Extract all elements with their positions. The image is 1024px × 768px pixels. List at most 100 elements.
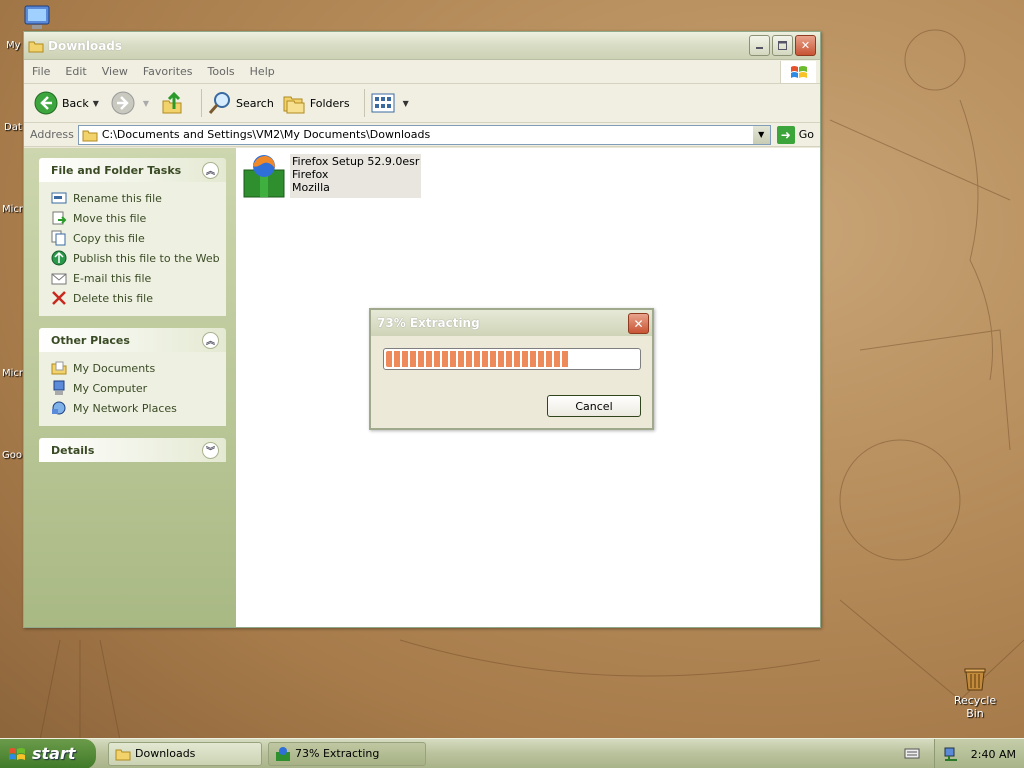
address-dropdown-button[interactable]: ▼	[752, 125, 770, 144]
address-value: C:\Documents and Settings\VM2\My Documen…	[101, 128, 431, 141]
recycle-bin-icon	[964, 668, 986, 691]
file-name: Firefox Setup 52.9.0esr	[292, 155, 420, 168]
network-tray-icon[interactable]	[943, 746, 959, 762]
address-input[interactable]: C:\Documents and Settings\VM2\My Documen…	[77, 124, 771, 145]
file-description: Firefox	[292, 168, 329, 181]
my-computer-icon	[24, 5, 50, 29]
forward-dropdown-icon[interactable]: ▼	[143, 99, 149, 108]
extracting-dialog: 73% Extracting ✕ Cancel	[369, 308, 654, 430]
forward-button[interactable]: ▼	[111, 91, 153, 115]
folder-icon	[82, 130, 98, 141]
system-tray: 2:40 AM	[934, 739, 1024, 768]
dialog-titlebar[interactable]: 73% Extracting	[371, 310, 652, 336]
file-info: Firefox Setup 52.9.0esr Firefox Mozilla	[290, 154, 422, 198]
expand-icon[interactable]: ︾	[202, 441, 219, 459]
menu-help[interactable]: Help	[250, 65, 275, 78]
menu-favorites[interactable]: Favorites	[143, 65, 193, 78]
cancel-button[interactable]: Cancel	[547, 395, 641, 417]
window-title: Downloads	[48, 38, 123, 53]
taskbar-item-label: Downloads	[135, 747, 196, 760]
task-delete[interactable]: Delete this file	[51, 288, 220, 308]
file-folder-tasks-panel: File and Folder Tasks ︽ Rename this file…	[39, 158, 226, 316]
other-places-panel: Other Places ︽ My Documents My Computer …	[39, 328, 226, 426]
back-arrow-icon	[34, 91, 58, 115]
task-pane: File and Folder Tasks ︽ Rename this file…	[24, 148, 236, 627]
my-computer-desktop-icon[interactable]	[22, 4, 54, 34]
desktop-icon-label[interactable]: Dat	[4, 122, 22, 133]
panel-title: Other Places	[51, 333, 130, 347]
task-label: E-mail this file	[73, 271, 152, 285]
panel-header[interactable]: Details ︾	[39, 438, 226, 462]
task-rename[interactable]: Rename this file	[51, 188, 220, 208]
folders-icon	[283, 96, 305, 114]
network-places-icon	[51, 400, 67, 416]
folders-label: Folders	[309, 96, 350, 110]
address-bar: Address C:\Documents and Settings\VM2\My…	[24, 123, 820, 147]
task-move[interactable]: Move this file	[51, 208, 220, 228]
place-my-computer[interactable]: My Computer	[51, 378, 220, 398]
desktop-icon-label[interactable]: Goo	[2, 450, 22, 461]
installer-icon	[276, 746, 290, 761]
go-arrow-icon: ➜	[776, 125, 795, 144]
go-button[interactable]: ➜ Go	[776, 125, 814, 144]
maximize-icon	[778, 41, 787, 50]
taskbar-item-extracting[interactable]: 73% Extracting	[268, 741, 426, 766]
task-label: Publish this file to the Web	[73, 251, 220, 265]
menu-edit[interactable]: Edit	[65, 65, 86, 78]
firefox-installer-icon	[243, 155, 285, 198]
file-company: Mozilla	[292, 181, 330, 194]
menu-view[interactable]: View	[102, 65, 128, 78]
panel-header[interactable]: File and Folder Tasks ︽	[39, 158, 226, 182]
keyboard-icon[interactable]	[904, 746, 920, 760]
close-button[interactable]: ✕	[795, 35, 816, 56]
folders-button[interactable]: Folders	[282, 92, 350, 114]
back-label: Back	[62, 96, 89, 110]
minimize-button[interactable]	[749, 35, 770, 56]
windows-flag-icon	[9, 747, 25, 760]
task-email[interactable]: E-mail this file	[51, 268, 220, 288]
dialog-close-button[interactable]: ✕	[628, 313, 649, 334]
desktop-icon-label[interactable]: My	[6, 40, 21, 51]
search-icon	[208, 92, 231, 114]
place-label: My Documents	[73, 361, 156, 375]
back-dropdown-icon[interactable]: ▼	[93, 99, 99, 108]
file-item[interactable]: Firefox Setup 52.9.0esr Firefox Mozilla	[242, 154, 422, 198]
task-publish[interactable]: Publish this file to the Web	[51, 248, 220, 268]
place-my-network[interactable]: My Network Places	[51, 398, 220, 418]
search-button[interactable]: Search	[208, 91, 274, 115]
taskbar: start Downloads 73% Extracting 2:40 AM	[0, 738, 1024, 768]
go-label: Go	[798, 128, 814, 141]
menu-bar: File Edit View Favorites Tools Help	[24, 60, 820, 84]
collapse-icon[interactable]: ︽	[202, 161, 219, 179]
email-icon	[51, 270, 67, 286]
progress-fill	[386, 351, 570, 367]
task-label: Move this file	[73, 211, 147, 225]
task-label: Rename this file	[73, 191, 162, 205]
collapse-icon[interactable]: ︽	[202, 331, 219, 349]
toolbar-separator	[363, 89, 365, 117]
views-dropdown-icon[interactable]: ▼	[403, 99, 409, 108]
close-icon: ✕	[800, 39, 811, 52]
task-copy[interactable]: Copy this file	[51, 228, 220, 248]
delete-icon	[51, 290, 67, 306]
up-folder-button[interactable]	[161, 91, 187, 115]
address-label: Address	[30, 128, 74, 141]
task-label: Delete this file	[73, 291, 153, 305]
recycle-bin-desktop-icon[interactable]: Recycle Bin	[944, 664, 1006, 720]
place-label: My Network Places	[73, 401, 177, 415]
panel-header[interactable]: Other Places ︽	[39, 328, 226, 352]
taskbar-item-downloads[interactable]: Downloads	[108, 741, 262, 766]
views-button[interactable]: ▼	[371, 93, 413, 113]
move-icon	[51, 210, 67, 226]
back-button[interactable]: Back ▼	[34, 91, 103, 115]
up-folder-icon	[162, 91, 182, 114]
start-button[interactable]: start	[0, 738, 96, 768]
place-my-documents[interactable]: My Documents	[51, 358, 220, 378]
clock[interactable]: 2:40 AM	[971, 748, 1016, 761]
menu-file[interactable]: File	[32, 65, 50, 78]
maximize-button[interactable]	[772, 35, 793, 56]
recycle-bin-label: Recycle Bin	[953, 694, 997, 720]
menu-tools[interactable]: Tools	[208, 65, 235, 78]
window-titlebar[interactable]: Downloads ✕	[24, 32, 820, 60]
taskbar-item-label: 73% Extracting	[295, 747, 380, 760]
